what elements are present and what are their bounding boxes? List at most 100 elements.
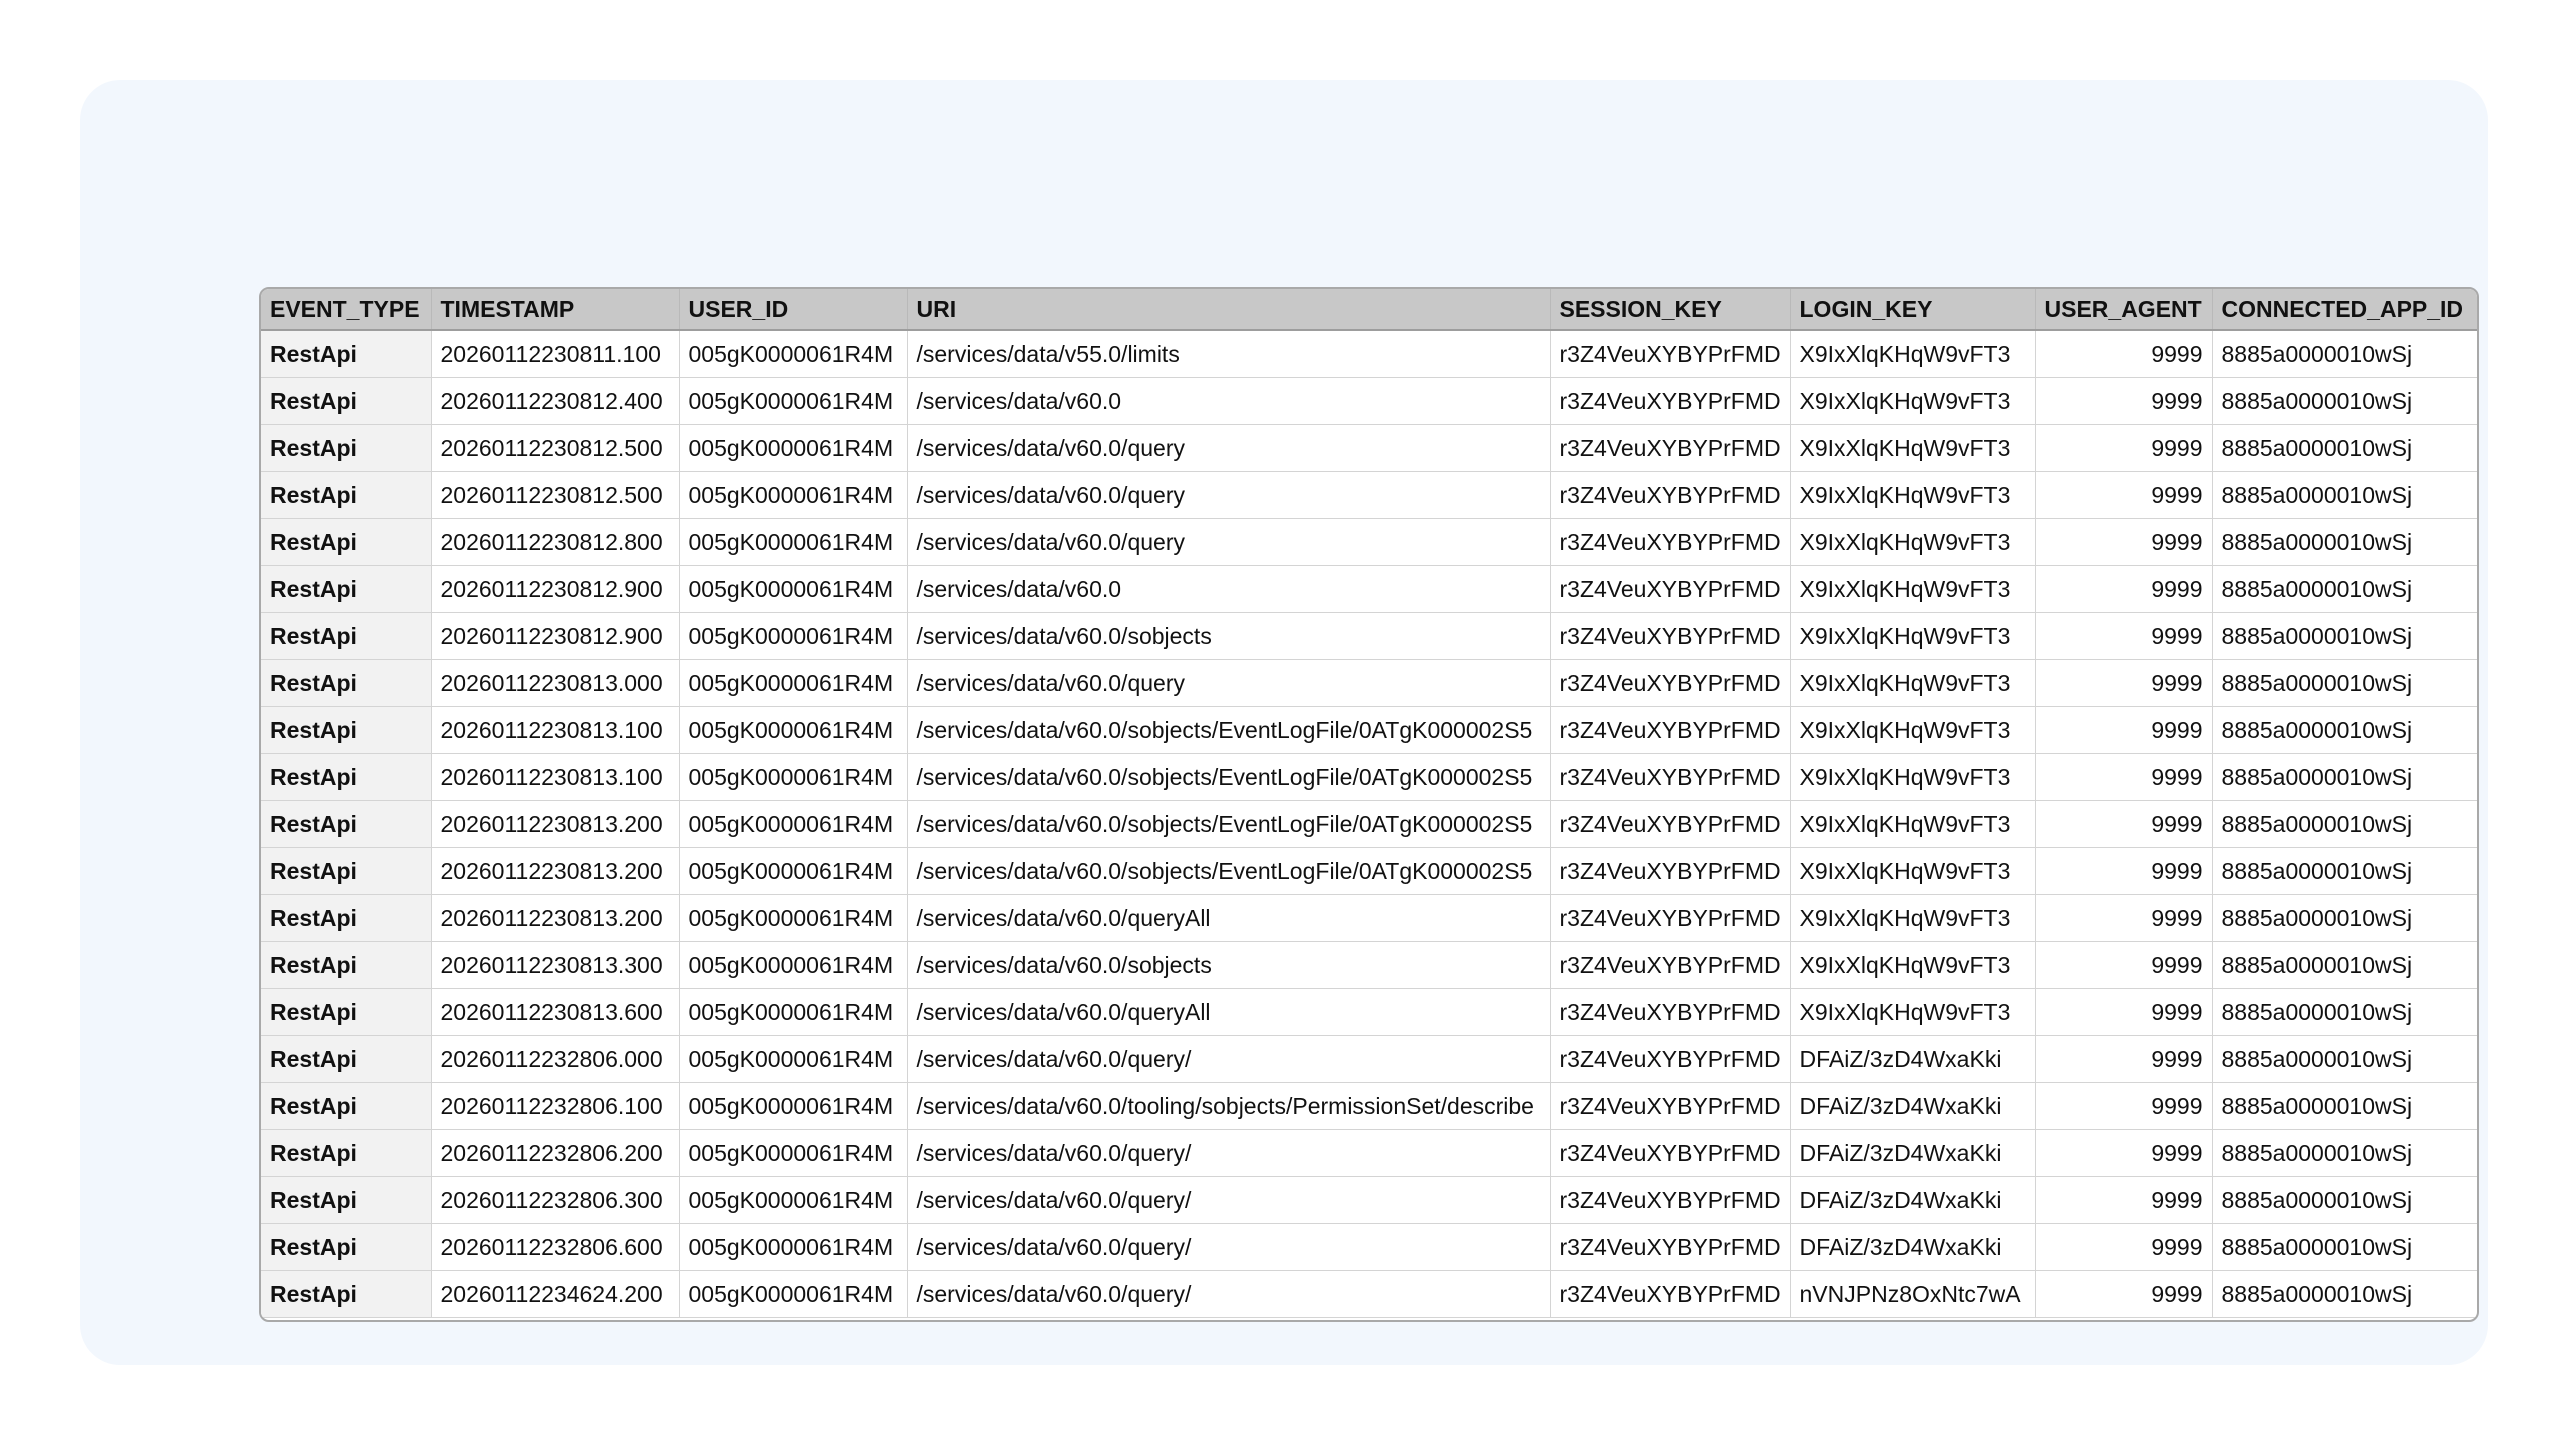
user-id-cell[interactable]: 005gK0000061R4M: [679, 565, 908, 613]
event-log-table-viewer[interactable]: EVENT_TYPE TIMESTAMP USER_ID URI SESSION…: [259, 287, 2479, 1322]
user-agent-cell[interactable]: 9999: [2035, 847, 2213, 895]
event-type-cell[interactable]: RestApi: [261, 706, 432, 754]
event-type-cell[interactable]: RestApi: [261, 471, 432, 519]
session-key-cell[interactable]: r3Z4VeuXYBYPrFMD: [1550, 612, 1791, 660]
user-agent-cell[interactable]: 9999: [2035, 988, 2213, 1036]
user-agent-cell[interactable]: 9999: [2035, 612, 2213, 660]
session-key-cell[interactable]: r3Z4VeuXYBYPrFMD: [1550, 1082, 1791, 1130]
login-key-cell[interactable]: X9IxXlqKHqW9vFT3: [1790, 518, 2036, 566]
login-key-cell[interactable]: DFAiZ/3zD4WxaKki: [1790, 1035, 2036, 1083]
session-key-cell[interactable]: r3Z4VeuXYBYPrFMD: [1550, 800, 1791, 848]
session-key-cell[interactable]: r3Z4VeuXYBYPrFMD: [1550, 659, 1791, 707]
column-header-user-id[interactable]: USER_ID: [679, 289, 908, 331]
user-agent-cell[interactable]: 9999: [2035, 659, 2213, 707]
timestamp-cell[interactable]: 20260112230811.100: [431, 330, 680, 378]
event-type-cell[interactable]: RestApi: [261, 988, 432, 1036]
user-id-cell[interactable]: 005gK0000061R4M: [679, 424, 908, 472]
timestamp-cell[interactable]: 20260112230813.300: [431, 941, 680, 989]
connected-app-id-cell[interactable]: 8885a0000010wSj: [2212, 471, 2477, 519]
table-row[interactable]: RestApi 20260112230812.900 005gK0000061R4M…: [261, 612, 2477, 660]
connected-app-id-cell[interactable]: 8885a0000010wSj: [2212, 753, 2477, 801]
uri-cell[interactable]: /services/data/v60.0/query: [907, 518, 1551, 566]
timestamp-cell[interactable]: 20260112230813.200: [431, 800, 680, 848]
table-row[interactable]: RestApi 20260112230813.600 005gK0000061R4M…: [261, 988, 2477, 1036]
event-type-cell[interactable]: RestApi: [261, 847, 432, 895]
session-key-cell[interactable]: r3Z4VeuXYBYPrFMD: [1550, 377, 1791, 425]
table-row[interactable]: RestApi 20260112234624.200 005gK0000061R4M…: [261, 1270, 2477, 1318]
connected-app-id-cell[interactable]: 8885a0000010wSj: [2212, 1223, 2477, 1271]
event-type-cell[interactable]: RestApi: [261, 1223, 432, 1271]
event-type-cell[interactable]: RestApi: [261, 1129, 432, 1177]
session-key-cell[interactable]: r3Z4VeuXYBYPrFMD: [1550, 894, 1791, 942]
uri-cell[interactable]: /services/data/v60.0/query/: [907, 1129, 1551, 1177]
session-key-cell[interactable]: r3Z4VeuXYBYPrFMD: [1550, 753, 1791, 801]
table-row[interactable]: RestApi 20260112232806.200 005gK0000061R4M…: [261, 1129, 2477, 1177]
uri-cell[interactable]: /services/data/v60.0/sobjects: [907, 612, 1551, 660]
login-key-cell[interactable]: X9IxXlqKHqW9vFT3: [1790, 565, 2036, 613]
connected-app-id-cell[interactable]: 8885a0000010wSj: [2212, 330, 2477, 378]
connected-app-id-cell[interactable]: 8885a0000010wSj: [2212, 1176, 2477, 1224]
table-row[interactable]: RestApi 20260112230813.200 005gK0000061R4M…: [261, 894, 2477, 942]
column-header-user-agent[interactable]: USER_AGENT: [2035, 289, 2213, 331]
user-id-cell[interactable]: 005gK0000061R4M: [679, 330, 908, 378]
table-row[interactable]: RestApi 20260112230812.500 005gK0000061R4M…: [261, 471, 2477, 519]
user-id-cell[interactable]: 005gK0000061R4M: [679, 377, 908, 425]
user-id-cell[interactable]: 005gK0000061R4M: [679, 988, 908, 1036]
table-row[interactable]: RestApi 20260112230812.400 005gK0000061R4M…: [261, 377, 2477, 425]
event-type-cell[interactable]: RestApi: [261, 330, 432, 378]
login-key-cell[interactable]: X9IxXlqKHqW9vFT3: [1790, 800, 2036, 848]
timestamp-cell[interactable]: 20260112230812.900: [431, 565, 680, 613]
table-row[interactable]: RestApi 20260112232806.600 005gK0000061R4M…: [261, 1223, 2477, 1271]
table-row[interactable]: RestApi 20260112230812.500 005gK0000061R4M…: [261, 424, 2477, 472]
login-key-cell[interactable]: X9IxXlqKHqW9vFT3: [1790, 988, 2036, 1036]
uri-cell[interactable]: /services/data/v60.0: [907, 377, 1551, 425]
user-id-cell[interactable]: 005gK0000061R4M: [679, 706, 908, 754]
connected-app-id-cell[interactable]: 8885a0000010wSj: [2212, 706, 2477, 754]
connected-app-id-cell[interactable]: 8885a0000010wSj: [2212, 518, 2477, 566]
uri-cell[interactable]: /services/data/v60.0/sobjects/EventLogFi…: [907, 847, 1551, 895]
uri-cell[interactable]: /services/data/v60.0/query/: [907, 1035, 1551, 1083]
user-id-cell[interactable]: 005gK0000061R4M: [679, 753, 908, 801]
event-type-cell[interactable]: RestApi: [261, 612, 432, 660]
user-agent-cell[interactable]: 9999: [2035, 753, 2213, 801]
timestamp-cell[interactable]: 20260112230812.400: [431, 377, 680, 425]
event-type-cell[interactable]: RestApi: [261, 518, 432, 566]
session-key-cell[interactable]: r3Z4VeuXYBYPrFMD: [1550, 1223, 1791, 1271]
table-row[interactable]: RestApi 20260112230813.100 005gK0000061R4M…: [261, 706, 2477, 754]
event-type-cell[interactable]: RestApi: [261, 894, 432, 942]
table-row[interactable]: RestApi 20260112230813.300 005gK0000061R4M…: [261, 941, 2477, 989]
timestamp-cell[interactable]: 20260112232806.000: [431, 1035, 680, 1083]
login-key-cell[interactable]: X9IxXlqKHqW9vFT3: [1790, 847, 2036, 895]
user-agent-cell[interactable]: 9999: [2035, 1129, 2213, 1177]
timestamp-cell[interactable]: 20260112232806.600: [431, 1223, 680, 1271]
timestamp-cell[interactable]: 20260112234624.200: [431, 1270, 680, 1318]
connected-app-id-cell[interactable]: 8885a0000010wSj: [2212, 565, 2477, 613]
uri-cell[interactable]: /services/data/v60.0/sobjects/EventLogFi…: [907, 753, 1551, 801]
table-row[interactable]: RestApi 20260112230813.000 005gK0000061R4M…: [261, 659, 2477, 707]
timestamp-cell[interactable]: 20260112230813.100: [431, 706, 680, 754]
user-id-cell[interactable]: 005gK0000061R4M: [679, 612, 908, 660]
timestamp-cell[interactable]: 20260112230812.500: [431, 471, 680, 519]
user-agent-cell[interactable]: 9999: [2035, 377, 2213, 425]
table-row[interactable]: RestApi 20260112230813.100 005gK0000061R4M…: [261, 753, 2477, 801]
event-type-cell[interactable]: RestApi: [261, 565, 432, 613]
user-id-cell[interactable]: 005gK0000061R4M: [679, 941, 908, 989]
uri-cell[interactable]: /services/data/v60.0/query: [907, 471, 1551, 519]
connected-app-id-cell[interactable]: 8885a0000010wSj: [2212, 847, 2477, 895]
user-agent-cell[interactable]: 9999: [2035, 518, 2213, 566]
timestamp-cell[interactable]: 20260112232806.300: [431, 1176, 680, 1224]
uri-cell[interactable]: /services/data/v60.0: [907, 565, 1551, 613]
connected-app-id-cell[interactable]: 8885a0000010wSj: [2212, 1082, 2477, 1130]
user-id-cell[interactable]: 005gK0000061R4M: [679, 518, 908, 566]
user-id-cell[interactable]: 005gK0000061R4M: [679, 1035, 908, 1083]
login-key-cell[interactable]: DFAiZ/3zD4WxaKki: [1790, 1129, 2036, 1177]
connected-app-id-cell[interactable]: 8885a0000010wSj: [2212, 988, 2477, 1036]
timestamp-cell[interactable]: 20260112230813.200: [431, 847, 680, 895]
uri-cell[interactable]: /services/data/v60.0/query: [907, 659, 1551, 707]
user-id-cell[interactable]: 005gK0000061R4M: [679, 847, 908, 895]
connected-app-id-cell[interactable]: 8885a0000010wSj: [2212, 377, 2477, 425]
uri-cell[interactable]: /services/data/v60.0/query/: [907, 1176, 1551, 1224]
session-key-cell[interactable]: r3Z4VeuXYBYPrFMD: [1550, 518, 1791, 566]
session-key-cell[interactable]: r3Z4VeuXYBYPrFMD: [1550, 1176, 1791, 1224]
event-type-cell[interactable]: RestApi: [261, 1176, 432, 1224]
